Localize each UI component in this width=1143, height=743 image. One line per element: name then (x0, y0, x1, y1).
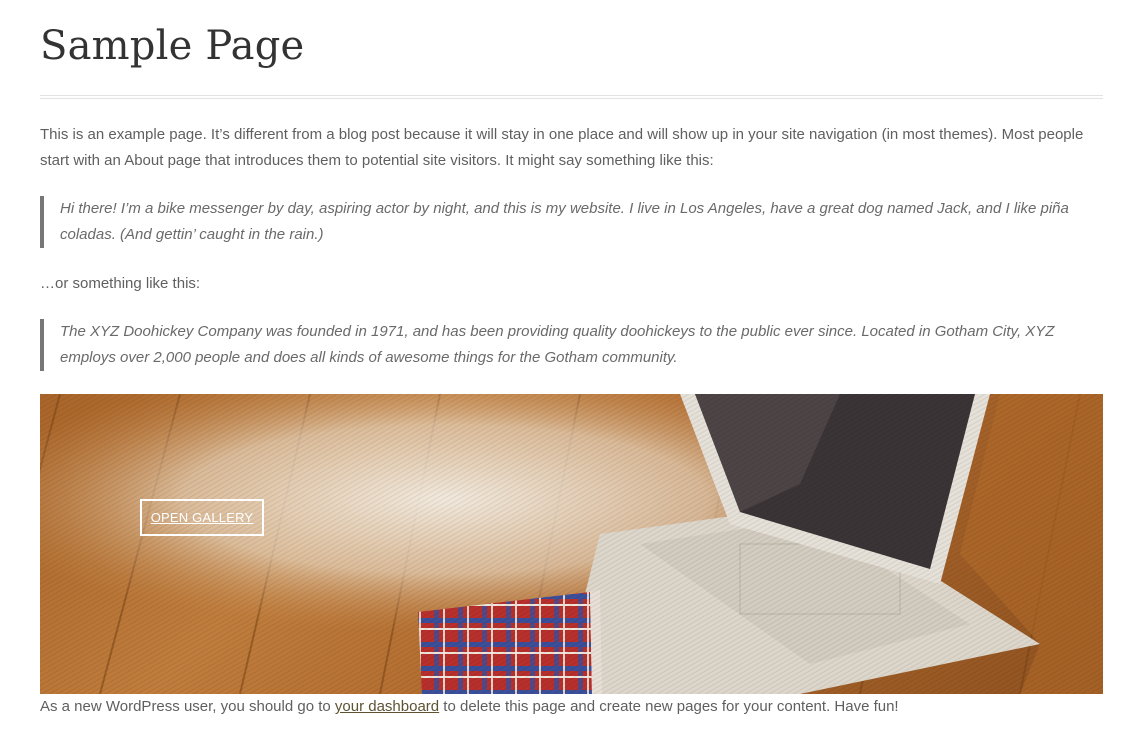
laptop-on-floor-photo (40, 394, 1103, 694)
blockquote-doohickey: The XYZ Doohickey Company was founded in… (40, 319, 1103, 371)
blockquote-text: The XYZ Doohickey Company was founded in… (60, 323, 1055, 366)
dashboard-link[interactable]: your dashboard (335, 698, 439, 715)
open-gallery-button[interactable]: OPEN GALLERY (140, 499, 264, 536)
page-title: Sample Page (40, 23, 305, 69)
intro-paragraph: This is an example page. It’s different … (40, 126, 1084, 169)
outro-text-before: As a new WordPress user, you should go t… (40, 698, 335, 715)
outro-paragraph: As a new WordPress user, you should go t… (40, 694, 1103, 720)
outro-text-after: to delete this page and create new pages… (439, 698, 899, 715)
blockquote-bike-messenger: Hi there! I’m a bike messenger by day, a… (40, 196, 1103, 248)
or-paragraph: …or something like this: (40, 275, 201, 292)
gallery-hero-image[interactable]: OPEN GALLERY (40, 394, 1103, 694)
blockquote-text: Hi there! I’m a bike messenger by day, a… (60, 200, 1069, 243)
title-divider (40, 95, 1103, 99)
